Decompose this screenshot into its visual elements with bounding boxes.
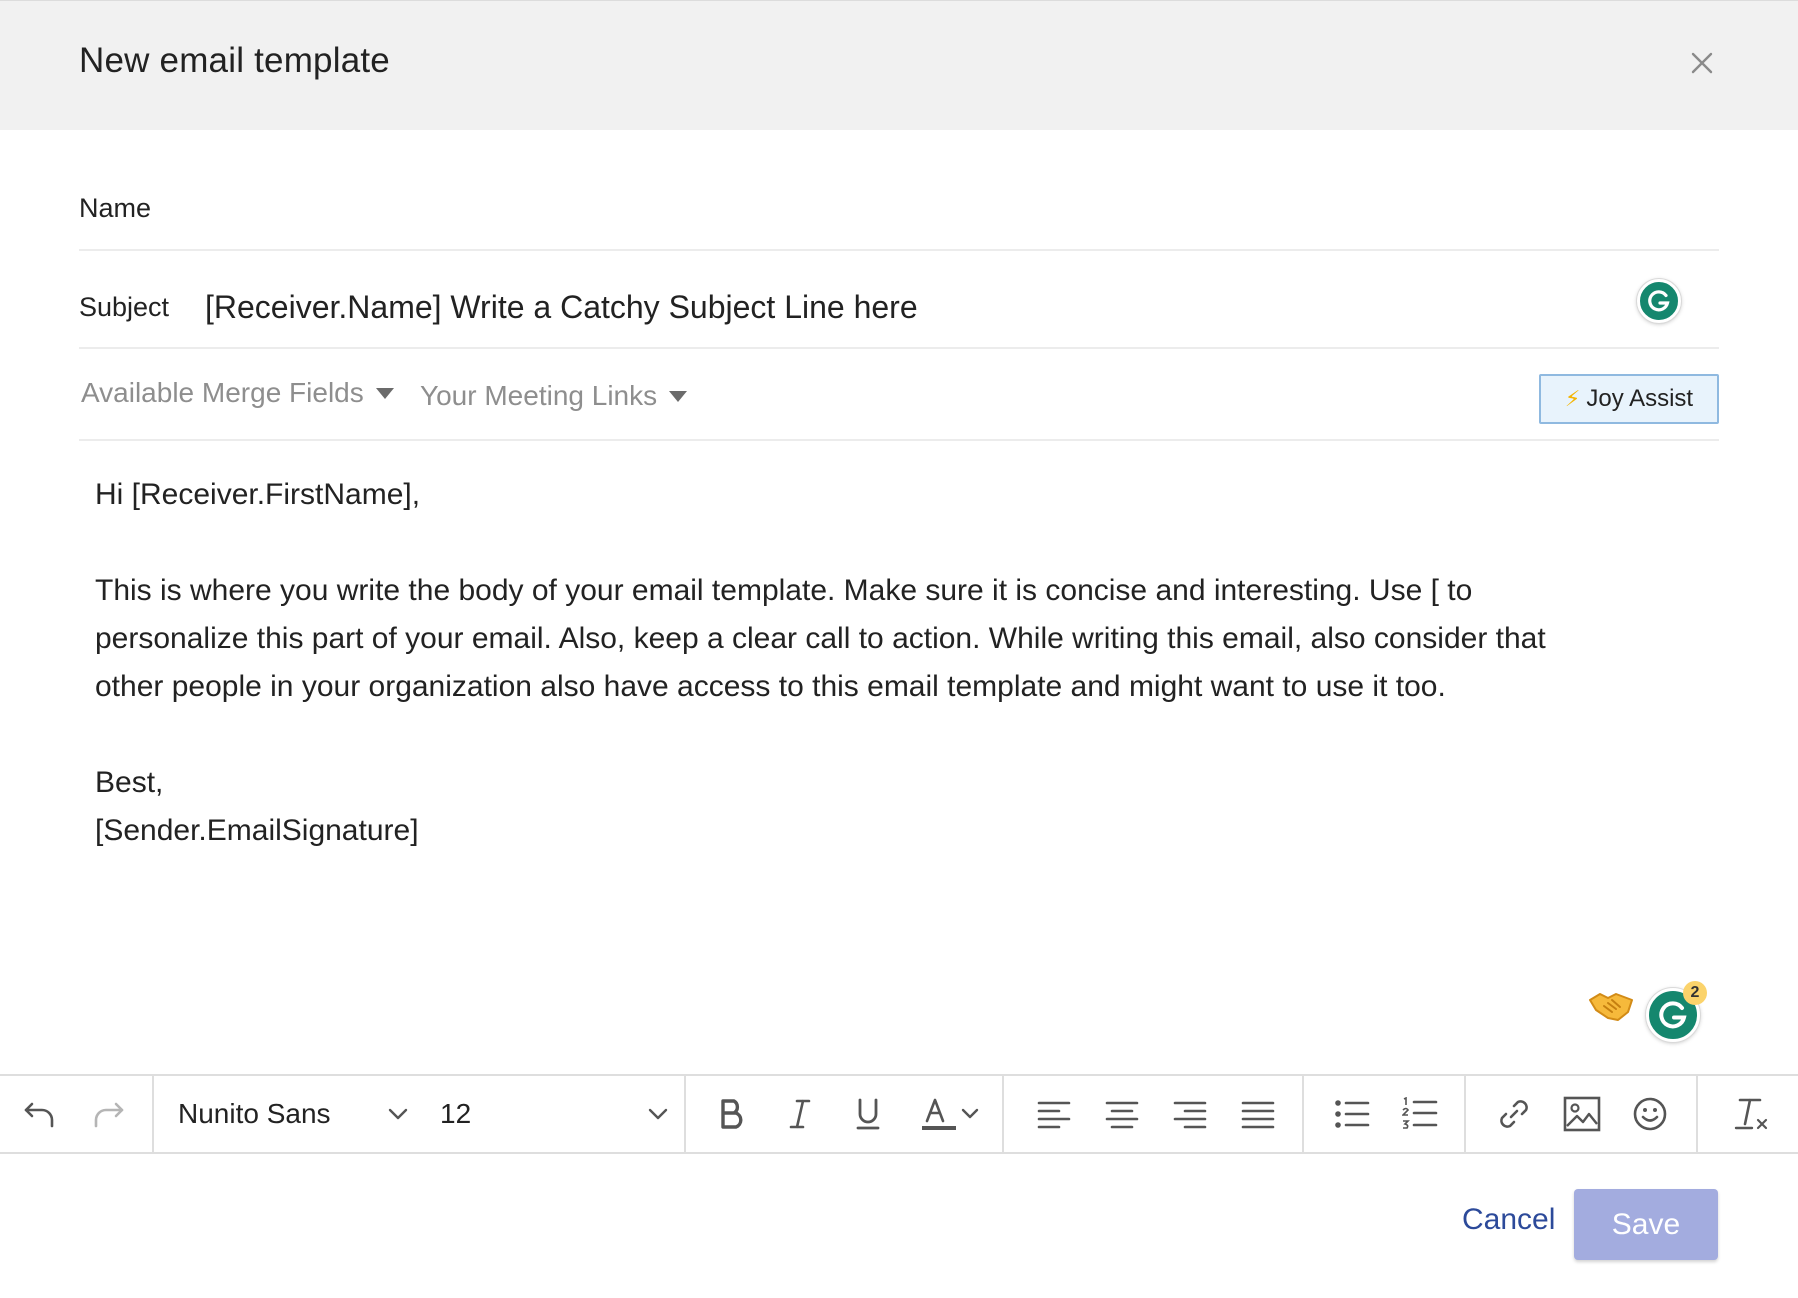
align-left-button[interactable]: [1020, 1076, 1088, 1152]
list-group: [1304, 1076, 1466, 1152]
subject-input[interactable]: [205, 285, 1605, 329]
align-right-button[interactable]: [1156, 1076, 1224, 1152]
bullet-list-button[interactable]: [1318, 1076, 1386, 1152]
text-style-group: [686, 1076, 1004, 1152]
modal-title: New email template: [79, 41, 390, 80]
handshake-icon[interactable]: [1588, 986, 1634, 1026]
align-left-icon: [1037, 1101, 1071, 1129]
cancel-button[interactable]: Cancel: [1462, 1203, 1555, 1237]
bold-icon: [721, 1099, 743, 1129]
meeting-links-dropdown[interactable]: Your Meeting Links: [420, 380, 688, 412]
font-group: Nunito Sans 12: [154, 1076, 686, 1152]
font-size-value: 12: [440, 1098, 472, 1129]
meeting-links-label: Your Meeting Links: [420, 380, 658, 411]
signature-line: [Sender.EmailSignature]: [95, 814, 419, 847]
name-field[interactable]: Name: [79, 193, 151, 224]
grammarly-floating-button[interactable]: 2: [1646, 981, 1707, 1042]
chevron-down-icon: [388, 1108, 408, 1120]
italic-button[interactable]: [766, 1076, 834, 1152]
align-center-icon: [1105, 1101, 1139, 1129]
bullet-list-icon: [1335, 1100, 1370, 1128]
clear-group: [1698, 1076, 1798, 1152]
caret-down-icon: [375, 387, 394, 399]
formatting-toolbar: Nunito Sans 12: [0, 1074, 1798, 1154]
merge-fields-dropdown[interactable]: Available Merge Fields: [81, 377, 394, 409]
bold-button[interactable]: [698, 1076, 766, 1152]
font-family-value: Nunito Sans: [178, 1098, 331, 1129]
redo-icon: [94, 1102, 124, 1128]
save-button[interactable]: Save: [1574, 1189, 1718, 1260]
text-color-icon: [922, 1098, 956, 1130]
body-line: This is where you write the body of your…: [95, 574, 1473, 607]
text-color-button[interactable]: [902, 1076, 998, 1152]
grammarly-count-badge: 2: [1683, 981, 1707, 1005]
undo-icon: [24, 1102, 54, 1128]
align-center-button[interactable]: [1088, 1076, 1156, 1152]
numbered-list-icon: [1402, 1097, 1438, 1129]
subject-label: Subject: [79, 292, 170, 322]
joy-assist-button[interactable]: ⚡ Joy Assist: [1539, 374, 1719, 424]
undo-button[interactable]: [6, 1076, 74, 1152]
history-group: [0, 1076, 154, 1152]
modal-header: New email template: [0, 1, 1798, 130]
underline-icon: [856, 1098, 880, 1130]
image-icon: [1563, 1096, 1601, 1132]
divider: [79, 347, 1719, 349]
body-line: other people in your organization also h…: [95, 670, 1446, 703]
merge-fields-label: Available Merge Fields: [81, 377, 364, 408]
insert-group: [1466, 1076, 1698, 1152]
align-justify-icon: [1241, 1101, 1275, 1129]
joy-assist-label: Joy Assist: [1586, 385, 1694, 412]
grammarly-button[interactable]: [1637, 279, 1681, 323]
align-justify-button[interactable]: [1224, 1076, 1292, 1152]
font-size-select[interactable]: 12: [410, 1076, 670, 1152]
emoji-icon: [1633, 1097, 1667, 1131]
italic-icon: [789, 1099, 811, 1129]
redo-button[interactable]: [74, 1076, 142, 1152]
email-body-editor[interactable]: Hi [Receiver.FirstName], This is where y…: [95, 471, 1695, 855]
font-family-select[interactable]: Nunito Sans: [154, 1076, 410, 1152]
signoff-line: Best,: [95, 766, 164, 799]
link-icon: [1500, 1100, 1528, 1128]
clear-format-button[interactable]: [1718, 1076, 1786, 1152]
align-right-icon: [1173, 1101, 1207, 1129]
grammarly-icon: [1648, 290, 1670, 312]
lightning-icon: ⚡: [1564, 386, 1581, 411]
clear-format-icon: [1734, 1098, 1768, 1130]
caret-down-icon: [669, 390, 688, 402]
numbered-list-button[interactable]: [1386, 1076, 1454, 1152]
alignment-group: [1004, 1076, 1304, 1152]
chevron-down-icon: [961, 1108, 979, 1119]
body-line: personalize this part of your email. Als…: [95, 622, 1546, 655]
link-button[interactable]: [1480, 1076, 1548, 1152]
greeting-line: Hi [Receiver.FirstName],: [95, 478, 421, 511]
chevron-down-icon: [648, 1108, 668, 1120]
image-button[interactable]: [1548, 1076, 1616, 1152]
divider: [79, 439, 1719, 441]
emoji-button[interactable]: [1616, 1076, 1684, 1152]
email-template-modal: New email template Name Subject Availabl…: [0, 0, 1798, 1298]
divider: [79, 249, 1719, 251]
underline-button[interactable]: [834, 1076, 902, 1152]
close-button[interactable]: [1684, 45, 1720, 81]
close-icon: [1691, 52, 1713, 74]
